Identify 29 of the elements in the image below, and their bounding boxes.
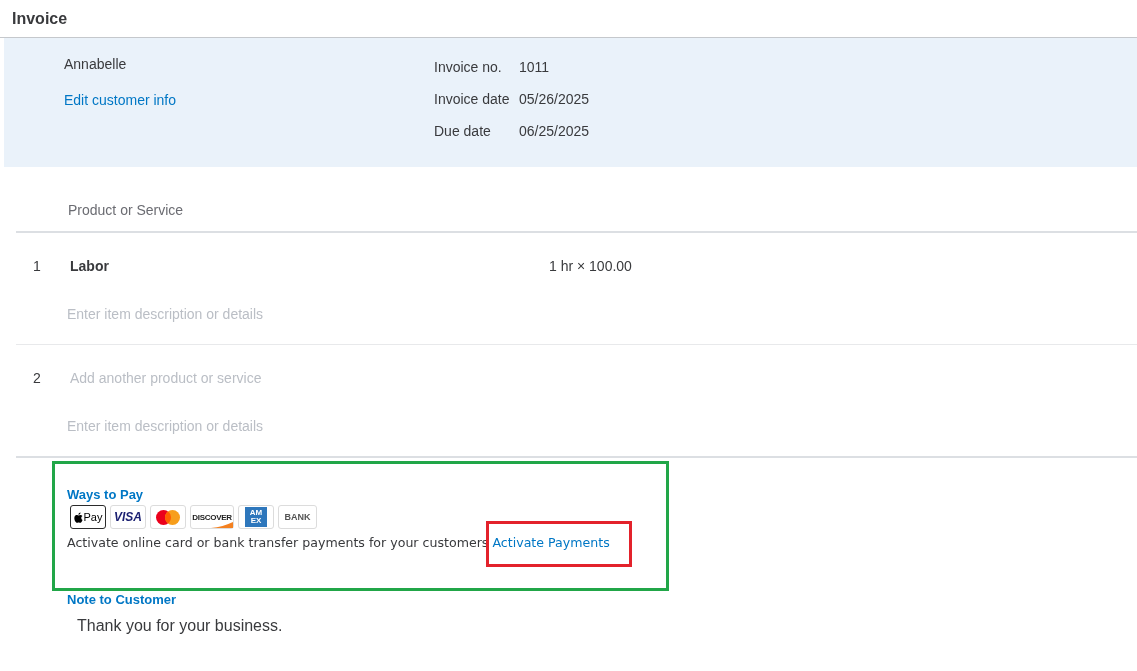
- quantity-rate: 1 hr × 100.00: [549, 258, 632, 275]
- logo-text: DISCOVER: [192, 513, 232, 522]
- description-field[interactable]: Enter item description or details: [67, 418, 297, 435]
- section-title: Ways to Pay: [67, 487, 145, 502]
- product-field[interactable]: Labor: [70, 258, 310, 275]
- description-field[interactable]: Enter item description or details: [67, 306, 297, 323]
- payment-activation-message: Activate online card or bank transfer payments for your customers Activate Payments: [67, 535, 666, 551]
- overlapping-circles-icon: [156, 509, 180, 525]
- note-field[interactable]: Thank you for your business.: [72, 616, 312, 636]
- field-label: Due date: [434, 123, 492, 140]
- field-label: Invoice no.: [434, 59, 503, 76]
- customer-name: Annabelle: [64, 56, 127, 73]
- column-header: Product or Service: [68, 202, 184, 219]
- field-value: 1011: [519, 59, 550, 76]
- card-logo: VISA: [110, 505, 146, 529]
- activate-payments-link[interactable]: Activate Payments: [492, 535, 610, 550]
- logo-text: Pay: [83, 511, 103, 523]
- card-logo: BANK: [278, 505, 317, 529]
- field-value: 05/26/2025: [519, 91, 590, 108]
- product-field[interactable]: Add another product or service: [70, 370, 310, 387]
- section-title: Note to Customer: [67, 592, 177, 607]
- line-number: 1: [32, 258, 42, 275]
- apple-icon: [73, 511, 83, 523]
- page-title: Invoice: [12, 9, 68, 28]
- line-number: 2: [32, 370, 42, 387]
- field-label: Invoice date: [434, 91, 511, 108]
- square-logo: AM EX: [245, 507, 267, 527]
- field-value: 06/25/2025: [519, 123, 590, 140]
- edit-customer-link[interactable]: Edit customer info: [64, 92, 177, 109]
